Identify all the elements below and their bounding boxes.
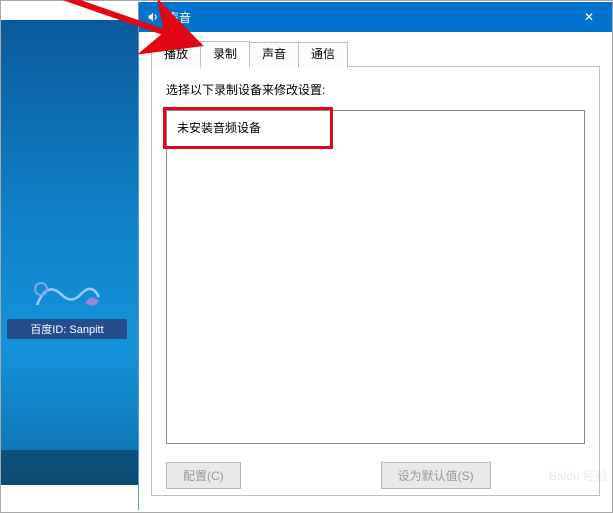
tab-communication[interactable]: 通信 [298,42,348,68]
recording-panel: 选择以下录制设备来修改设置: 未安装音频设备 配置(C) 设为默认值(S) [151,66,600,496]
tab-playback[interactable]: 播放 [151,42,201,68]
dialog-body: 播放 录制 声音 通信 选择以下录制设备来修改设置: 未安装音频设备 配置(C)… [139,32,612,510]
instruction-text: 选择以下录制设备来修改设置: [166,81,585,98]
tab-strip: 播放 录制 声音 通信 [151,40,600,66]
configure-button[interactable]: 配置(C) [166,462,241,489]
dialog-title: 声音 [167,9,566,26]
no-device-text: 未安装音频设备 [177,121,261,135]
desktop-background: 百度ID: Sanpitt [1,20,138,485]
tab-recording[interactable]: 录制 [200,41,250,67]
device-list[interactable]: 未安装音频设备 [166,110,585,444]
close-button[interactable]: ✕ [566,2,612,32]
dialog-titlebar: 声音 ✕ [139,2,612,32]
set-default-button[interactable]: 设为默认值(S) [381,462,491,489]
sound-dialog: 声音 ✕ 播放 录制 声音 通信 选择以下录制设备来修改设置: 未安装音频设备 … [138,2,612,510]
close-icon: ✕ [584,10,594,24]
watermark-text: 百度ID: Sanpitt [7,319,127,339]
taskbar[interactable] [1,450,138,485]
tab-sound[interactable]: 声音 [249,42,299,68]
author-watermark: 百度ID: Sanpitt [7,275,127,339]
baidu-watermark: Baidu 经验 [507,467,607,507]
sound-icon [145,9,161,25]
